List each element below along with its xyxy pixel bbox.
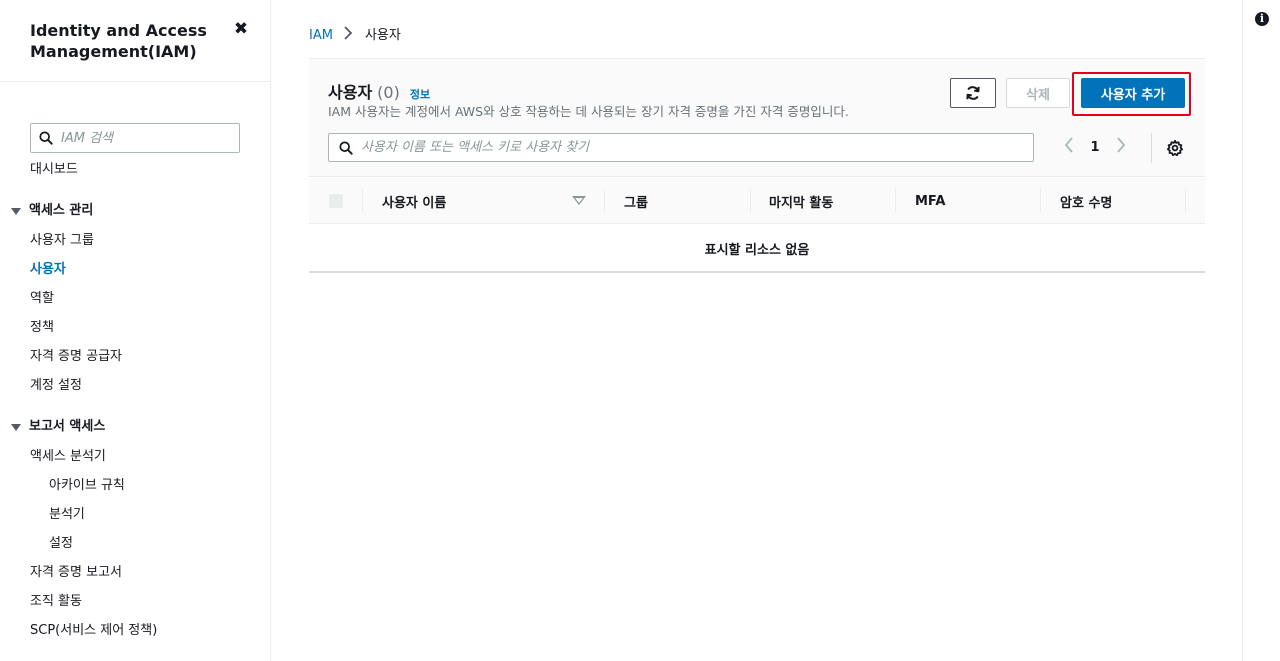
sidebar-item-user-groups[interactable]: 사용자 그룹 <box>30 233 94 249</box>
sidebar-item-users[interactable]: 사용자 <box>30 262 66 278</box>
info-link[interactable]: 정보 <box>410 86 430 102</box>
empty-table-message: 표시할 리소스 없음 <box>309 225 1205 273</box>
breadcrumb-iam-link[interactable]: IAM <box>309 28 333 44</box>
column-groups[interactable]: 그룹 <box>624 178 648 224</box>
sidebar-divider <box>0 81 270 82</box>
column-last-activity[interactable]: 마지막 활동 <box>769 178 833 224</box>
info-icon[interactable]: i <box>1255 12 1269 26</box>
caret-down-icon <box>11 207 21 215</box>
sidebar-item-archive-rules[interactable]: 아카이브 규칙 <box>49 478 125 494</box>
sidebar-search[interactable] <box>30 123 240 153</box>
sidebar-section-reports[interactable]: 보고서 액세스 <box>11 419 105 435</box>
sidebar-item-analyzer-settings[interactable]: 설정 <box>49 536 73 552</box>
sidebar-item-analyzers[interactable]: 분석기 <box>49 507 85 523</box>
column-divider <box>750 189 751 213</box>
sidebar-item-dashboard[interactable]: 대시보드 <box>30 162 78 178</box>
column-username[interactable]: 사용자 이름 <box>382 178 446 224</box>
column-divider <box>362 189 363 213</box>
user-search[interactable] <box>328 133 1034 162</box>
sidebar-item-scp[interactable]: SCP(서비스 제어 정책) <box>30 623 157 639</box>
page-title: 사용자 (0) 정보 <box>328 79 430 103</box>
column-divider <box>1040 189 1041 213</box>
panel-description: IAM 사용자는 계정에서 AWS와 상호 작용하는 데 사용되는 장기 자격 … <box>328 104 849 119</box>
sidebar-section-access[interactable]: 액세스 관리 <box>11 203 93 219</box>
gear-icon[interactable] <box>1166 139 1184 157</box>
sidebar-search-input[interactable] <box>61 130 221 146</box>
sidebar: Identity and Access Management(IAM) ✖ 대시… <box>0 0 271 661</box>
refresh-button[interactable] <box>950 78 996 108</box>
users-panel-header: 사용자 (0) 정보 IAM 사용자는 계정에서 AWS와 상호 작용하는 데 … <box>309 59 1205 177</box>
page-number[interactable]: 1 <box>1077 140 1113 155</box>
user-count: (0) <box>377 83 400 102</box>
sidebar-item-policies[interactable]: 정책 <box>30 320 54 336</box>
sort-descending-icon[interactable] <box>572 196 586 205</box>
sidebar-item-credential-report[interactable]: 자격 증명 보고서 <box>30 565 122 581</box>
caret-down-icon <box>11 423 21 431</box>
sidebar-title: Identity and Access Management(IAM) <box>30 21 207 61</box>
sidebar-item-organization-activity[interactable]: 조직 활동 <box>30 594 82 610</box>
close-icon[interactable]: ✖ <box>231 19 251 39</box>
column-divider <box>604 189 605 213</box>
column-divider <box>895 189 896 213</box>
delete-button[interactable]: 삭제 <box>1006 78 1070 108</box>
pagination-divider <box>1151 133 1152 163</box>
add-user-button[interactable]: 사용자 추가 <box>1081 78 1185 108</box>
column-password-age[interactable]: 암호 수명 <box>1060 178 1112 224</box>
sidebar-item-access-analyzer[interactable]: 액세스 분석기 <box>30 449 106 465</box>
refresh-icon <box>966 86 980 100</box>
search-icon <box>39 131 53 145</box>
pagination: 1 <box>1061 137 1129 157</box>
sidebar-item-roles[interactable]: 역할 <box>30 291 54 307</box>
user-search-input[interactable] <box>361 140 1001 155</box>
breadcrumb: IAM 사용자 <box>309 26 401 45</box>
chevron-left-icon[interactable] <box>1061 137 1077 157</box>
right-rail-divider <box>1242 0 1243 661</box>
table-header: 사용자 이름 그룹 마지막 활동 MFA 암호 수명 <box>309 178 1205 224</box>
panel-title: 사용자 <box>328 83 373 102</box>
sidebar-item-account-settings[interactable]: 계정 설정 <box>30 378 82 394</box>
sidebar-section-label: 보고서 액세스 <box>29 419 106 434</box>
chevron-right-icon <box>343 26 353 45</box>
chevron-right-icon[interactable] <box>1113 137 1129 157</box>
breadcrumb-current: 사용자 <box>364 27 401 43</box>
search-icon <box>339 140 353 155</box>
column-divider <box>1185 189 1186 213</box>
sidebar-section-label: 액세스 관리 <box>29 203 94 218</box>
select-all-checkbox[interactable] <box>329 194 343 208</box>
users-panel: 사용자 (0) 정보 IAM 사용자는 계정에서 AWS와 상호 작용하는 데 … <box>309 58 1205 274</box>
sidebar-item-identity-providers[interactable]: 자격 증명 공급자 <box>30 349 122 365</box>
column-mfa[interactable]: MFA <box>915 178 945 224</box>
